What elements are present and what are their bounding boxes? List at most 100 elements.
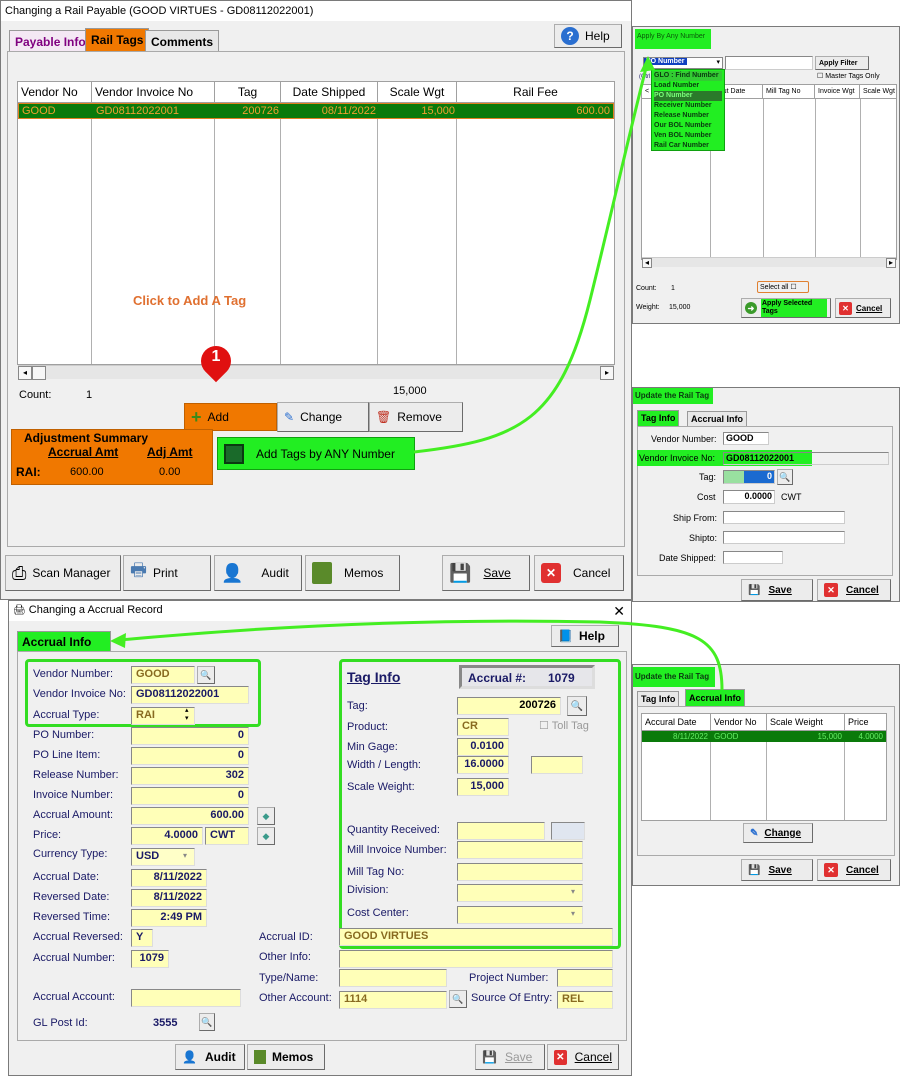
price-field[interactable]: 4.0000 bbox=[131, 827, 203, 845]
accrual-number-field[interactable]: 1079 bbox=[131, 950, 169, 968]
po-line-item-field[interactable]: 0 bbox=[131, 747, 249, 765]
project-number-field[interactable] bbox=[557, 969, 613, 987]
table-row[interactable]: 8/11/2022 GOOD 15,000 4.0000 bbox=[642, 731, 886, 742]
vendor-number-field[interactable]: GOOD bbox=[723, 432, 769, 445]
col-scale-wgt[interactable]: Scale Wgt bbox=[378, 82, 457, 102]
reversed-date-field[interactable]: 8/11/2022 bbox=[131, 889, 207, 907]
division-select[interactable] bbox=[457, 884, 583, 902]
horizontal-scrollbar[interactable]: ◂ ▸ bbox=[18, 365, 614, 380]
scroll-right-arrow[interactable]: ▸ bbox=[600, 366, 614, 380]
tag-field[interactable]: 200726 bbox=[457, 697, 561, 715]
tag-field[interactable]: 0 bbox=[723, 470, 775, 484]
col-vendor-no[interactable]: Vendor No bbox=[18, 82, 92, 102]
tag-search-button[interactable]: 🔍 bbox=[777, 469, 793, 485]
ship-to-field[interactable] bbox=[723, 531, 845, 544]
save-button[interactable]: 💾 Save bbox=[442, 555, 530, 591]
mill-tag-field[interactable] bbox=[457, 863, 583, 881]
col-scale-wgt[interactable]: Scale Wgt bbox=[860, 85, 896, 98]
dropdown-option[interactable]: Our BOL Number bbox=[654, 121, 722, 131]
cancel-button[interactable]: ✕ Cancel bbox=[534, 555, 624, 591]
col-tag[interactable]: Tag bbox=[215, 82, 281, 102]
filter-input[interactable] bbox=[725, 56, 813, 70]
tab-accrual-info[interactable]: Accrual Info bbox=[17, 631, 111, 651]
col-price[interactable]: Price bbox=[845, 714, 886, 730]
accrual-help-button[interactable]: 📘 Help bbox=[551, 625, 619, 647]
accrual-amount-field[interactable]: 600.00 bbox=[131, 807, 249, 825]
accrual-change-button[interactable]: ✎ Change bbox=[743, 823, 813, 843]
rail-tags-grid[interactable]: Vendor No Vendor Invoice No Tag Date Shi… bbox=[17, 81, 615, 365]
col-vendor-invoice-no[interactable]: Vendor Invoice No bbox=[92, 82, 215, 102]
col-vendor-no[interactable]: Vendor No bbox=[711, 714, 767, 730]
ship-from-field[interactable] bbox=[723, 511, 845, 524]
table-row[interactable]: GOOD GD08112022001 200726 08/11/2022 15,… bbox=[18, 103, 614, 119]
dropdown-option[interactable]: Load Number bbox=[654, 81, 722, 91]
change-button[interactable]: ✎ Change bbox=[277, 402, 369, 432]
scroll-left-arrow[interactable]: ◂ bbox=[642, 258, 652, 268]
help-button[interactable]: ? Help bbox=[554, 24, 622, 48]
master-tags-checkbox[interactable]: ☐ Master Tags Only bbox=[817, 72, 880, 80]
calc-price-button[interactable]: ◆ bbox=[257, 827, 275, 845]
col-date-shipped[interactable]: Date Shipped bbox=[281, 82, 378, 102]
update-save-button[interactable]: 💾 Save bbox=[741, 859, 813, 881]
vendor-number-field[interactable]: GOOD bbox=[131, 666, 195, 684]
dropdown-option[interactable]: Release Number bbox=[654, 111, 722, 121]
accrual-reversed-field[interactable]: Y bbox=[131, 929, 153, 947]
toll-tag-checkbox[interactable]: ☐ Toll Tag bbox=[539, 719, 589, 732]
release-number-field[interactable]: 302 bbox=[131, 767, 249, 785]
number-type-dropdown[interactable]: GLO : Find Number Load Number PO Number … bbox=[651, 69, 725, 151]
print-button[interactable]: 🖶 Print bbox=[123, 555, 211, 591]
add-button[interactable]: + Add bbox=[184, 403, 277, 431]
select-all-checkbox[interactable]: Select all ☐ bbox=[757, 281, 809, 293]
other-info-field[interactable] bbox=[339, 950, 613, 968]
add-tags-any-number-button[interactable]: Add Tags by ANY Number bbox=[217, 437, 415, 470]
length-field[interactable] bbox=[531, 756, 583, 774]
min-gage-field[interactable]: 0.0100 bbox=[457, 738, 509, 756]
accrual-audit-button[interactable]: 👤 Audit bbox=[175, 1044, 245, 1070]
calc-amount-button[interactable]: ◆ bbox=[257, 807, 275, 825]
accrual-date-field[interactable]: 8/11/2022 bbox=[131, 869, 207, 887]
other-account-field[interactable]: 1114 bbox=[339, 991, 447, 1009]
accrual-cancel-button[interactable]: ✕ Cancel bbox=[547, 1044, 619, 1070]
accrual-memos-button[interactable]: Memos bbox=[247, 1044, 325, 1070]
remove-button[interactable]: 🗑 Remove bbox=[369, 402, 463, 432]
cost-center-select[interactable] bbox=[457, 906, 583, 924]
po-number-field[interactable]: 0 bbox=[131, 727, 249, 745]
invoice-number-field[interactable]: 0 bbox=[131, 787, 249, 805]
dropdown-option[interactable]: GLO : Find Number bbox=[654, 71, 722, 81]
apply-filter-button[interactable]: Apply Filter bbox=[815, 56, 869, 70]
tab-rail-tags[interactable]: Rail Tags bbox=[85, 28, 150, 52]
tab-tag-info[interactable]: Tag Info bbox=[637, 410, 680, 426]
width-field[interactable]: 16.0000 bbox=[457, 756, 509, 774]
scroll-left-arrow[interactable]: ◂ bbox=[18, 366, 32, 380]
dropdown-option[interactable]: Ven BOL Number bbox=[654, 131, 722, 141]
apply-cancel-button[interactable]: ✕ Cancel bbox=[835, 298, 891, 318]
type-name-field[interactable] bbox=[339, 969, 447, 987]
accrual-account-field[interactable] bbox=[131, 989, 241, 1007]
reversed-time-field[interactable]: 2:49 PM bbox=[131, 909, 207, 927]
spinner-arrows-icon[interactable]: ▴ ▾ bbox=[185, 707, 189, 723]
vendor-invoice-field[interactable]: GD08112022001 bbox=[131, 686, 249, 704]
product-field[interactable]: CR bbox=[457, 718, 509, 736]
col-mill-tag-no[interactable]: Mill Tag No bbox=[763, 85, 815, 98]
audit-button[interactable]: 👤 Audit bbox=[214, 555, 302, 591]
apply-selected-tags-button[interactable]: ➜ Apply Selected Tags bbox=[741, 298, 831, 318]
col-rail-fee[interactable]: Rail Fee bbox=[457, 82, 614, 102]
qty-unit-field[interactable] bbox=[551, 822, 585, 840]
dropdown-option-selected[interactable]: PO Number bbox=[654, 91, 722, 101]
accrual-grid[interactable]: Accural Date Vendor No Scale Weight Pric… bbox=[641, 713, 887, 821]
click-to-add-hint[interactable]: Click to Add A Tag bbox=[133, 293, 246, 308]
vendor-search-button[interactable]: 🔍 bbox=[197, 666, 215, 684]
scroll-right-arrow[interactable]: ▸ bbox=[886, 258, 896, 268]
col-scale-weight[interactable]: Scale Weight bbox=[767, 714, 845, 730]
source-of-entry-field[interactable]: REL bbox=[557, 991, 613, 1009]
number-type-select[interactable]: PO Number ▾ bbox=[643, 57, 723, 69]
other-account-search-button[interactable]: 🔍 bbox=[449, 990, 467, 1008]
accrual-id-field[interactable]: GOOD VIRTUES bbox=[339, 928, 613, 946]
col-invoice-wgt[interactable]: Invoice Wgt bbox=[815, 85, 860, 98]
update-cancel-button[interactable]: ✕ Cancel bbox=[817, 859, 891, 881]
apply-any-scrollbar[interactable]: ◂ ▸ bbox=[642, 257, 896, 268]
tab-tag-info[interactable]: Tag Info bbox=[637, 691, 680, 706]
qty-received-field[interactable] bbox=[457, 822, 545, 840]
cost-field[interactable]: 0.0000 bbox=[723, 490, 775, 504]
gl-post-search-button[interactable]: 🔍 bbox=[199, 1013, 215, 1031]
